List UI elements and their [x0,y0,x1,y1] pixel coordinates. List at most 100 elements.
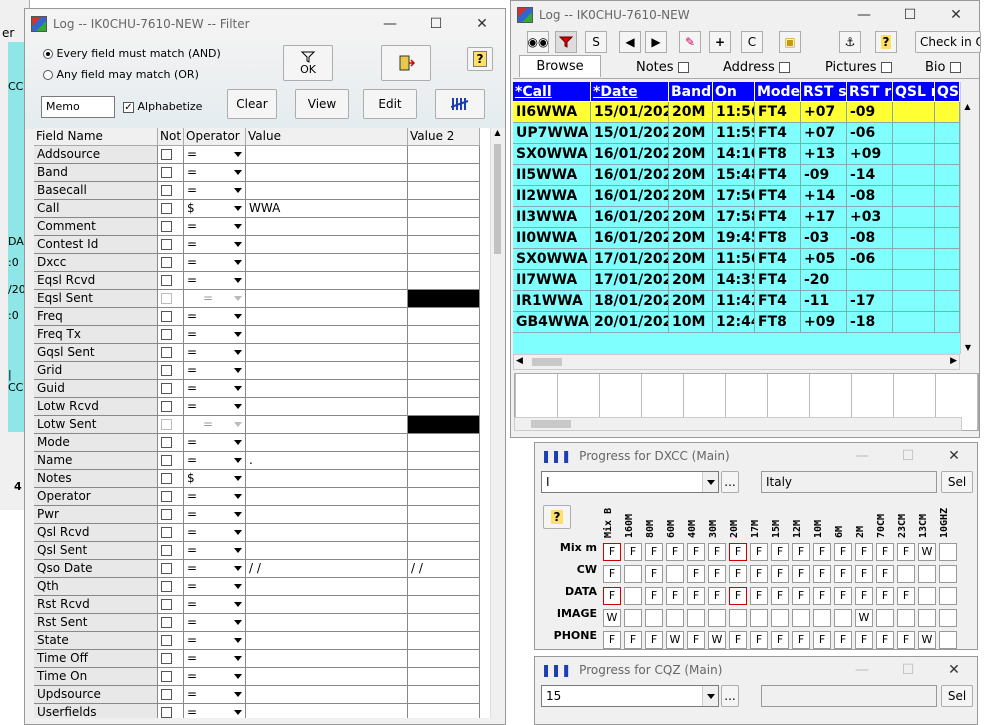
close-button[interactable]: ✕ [931,657,977,683]
tab-bio[interactable]: Bio [925,57,961,79]
filter-button[interactable] [555,31,577,53]
log-cell[interactable] [935,207,960,228]
progress-cell[interactable]: F [624,631,642,649]
tab-address[interactable]: Address [723,57,790,79]
log-cell[interactable]: +09 [847,144,893,165]
not-cell[interactable] [158,542,184,560]
log-cell[interactable]: 17:58 [713,207,755,228]
progress-cell[interactable] [624,565,642,583]
grid-scrollbar[interactable]: ▲ [490,128,504,718]
progress-cell[interactable]: F [792,543,810,561]
chevron-down-icon[interactable] [234,584,242,589]
log-cell[interactable]: +07 [801,123,847,144]
not-cell[interactable] [158,596,184,614]
not-checkbox[interactable] [161,275,172,286]
log-cell[interactable] [893,207,935,228]
progress-cell[interactable]: W [666,631,684,649]
log-cell[interactable]: 20M [669,123,713,144]
log-cell[interactable]: -03 [801,228,847,249]
operator-cell[interactable]: = [184,182,246,200]
scroll-left-arrow-icon[interactable]: ◀ [516,356,523,366]
operator-cell[interactable]: = [184,272,246,290]
value-cell[interactable] [246,272,408,290]
progress-cell[interactable] [666,565,684,583]
progress-cell[interactable]: F [813,587,831,605]
value-cell[interactable] [246,182,408,200]
log-cell[interactable]: SX0WWA [513,249,591,270]
log-cell[interactable] [935,123,960,144]
progress-cell[interactable] [813,609,831,627]
not-checkbox[interactable] [161,149,172,160]
log-cell[interactable] [893,102,935,123]
operator-cell[interactable]: = [184,524,246,542]
not-checkbox[interactable] [161,239,172,250]
log-cell[interactable]: 17/01/2024 [591,270,669,291]
progress-cell[interactable]: F [855,587,873,605]
progress-cell[interactable]: F [645,565,663,583]
not-cell[interactable] [158,506,184,524]
progress-cell[interactable]: W [918,631,936,649]
progress-cell[interactable]: F [813,565,831,583]
log-cell[interactable]: 15:48 [713,165,755,186]
clear-button[interactable]: Clear [227,89,277,119]
chevron-down-icon[interactable] [234,170,242,175]
close-button[interactable]: ✕ [933,1,979,29]
log-cell[interactable]: 11:56 [713,102,755,123]
operator-cell[interactable]: = [184,326,246,344]
progress-cell[interactable]: F [876,543,894,561]
chevron-down-icon[interactable] [234,476,242,481]
progress-cell[interactable] [918,565,936,583]
scroll-thumb[interactable] [532,358,562,366]
log-cell[interactable]: -11 [801,291,847,312]
progress-cell[interactable]: W [855,609,873,627]
value-cell[interactable] [246,668,408,686]
progress-cell[interactable]: F [876,631,894,649]
not-checkbox[interactable] [161,509,172,520]
progress-cell[interactable]: F [666,543,684,561]
operator-cell[interactable]: = [184,164,246,182]
log-cell[interactable]: -18 [847,312,893,333]
operator-cell[interactable]: = [184,560,246,578]
chevron-down-icon[interactable] [234,224,242,229]
not-cell[interactable] [158,650,184,668]
progress-cell[interactable]: F [834,631,852,649]
value-cell[interactable] [246,506,408,524]
value-cell[interactable] [246,326,408,344]
value2-cell[interactable] [408,704,480,718]
operator-cell[interactable]: $ [184,470,246,488]
value-cell[interactable] [246,614,408,632]
progress-cell[interactable]: F [729,565,747,583]
chevron-down-icon[interactable] [234,638,242,643]
operator-cell[interactable]: = [184,344,246,362]
not-checkbox[interactable] [161,293,172,304]
not-checkbox[interactable] [161,347,172,358]
progress-cell[interactable] [939,609,957,627]
not-checkbox[interactable] [161,203,172,214]
operator-cell[interactable]: = [184,506,246,524]
scroll-right-arrow-icon[interactable]: ▶ [950,356,957,366]
not-cell[interactable] [158,344,184,362]
progress-cell[interactable]: F [792,565,810,583]
not-checkbox[interactable] [161,581,172,592]
progress-cell[interactable]: F [750,565,768,583]
log-cell[interactable]: 20M [669,228,713,249]
operator-cell[interactable]: = [184,398,246,416]
log-cell[interactable]: 15/01/2024 [591,102,669,123]
progress-cell[interactable] [687,609,705,627]
chevron-down-icon[interactable] [234,152,242,157]
operator-cell[interactable]: = [184,434,246,452]
value2-cell[interactable] [408,254,480,272]
minimize-button[interactable]: — [841,1,887,29]
not-checkbox[interactable] [161,185,172,196]
progress-cell[interactable] [918,587,936,605]
radio-or-indicator[interactable] [43,70,53,80]
not-cell[interactable] [158,686,184,704]
log-cell[interactable]: 20M [669,249,713,270]
log-cell[interactable] [893,249,935,270]
value2-cell[interactable] [408,218,480,236]
operator-cell[interactable]: = [184,236,246,254]
progress-cell[interactable] [834,609,852,627]
chevron-down-icon[interactable] [234,350,242,355]
progress-cell[interactable] [897,565,915,583]
maximize-button[interactable]: ☐ [413,9,459,39]
